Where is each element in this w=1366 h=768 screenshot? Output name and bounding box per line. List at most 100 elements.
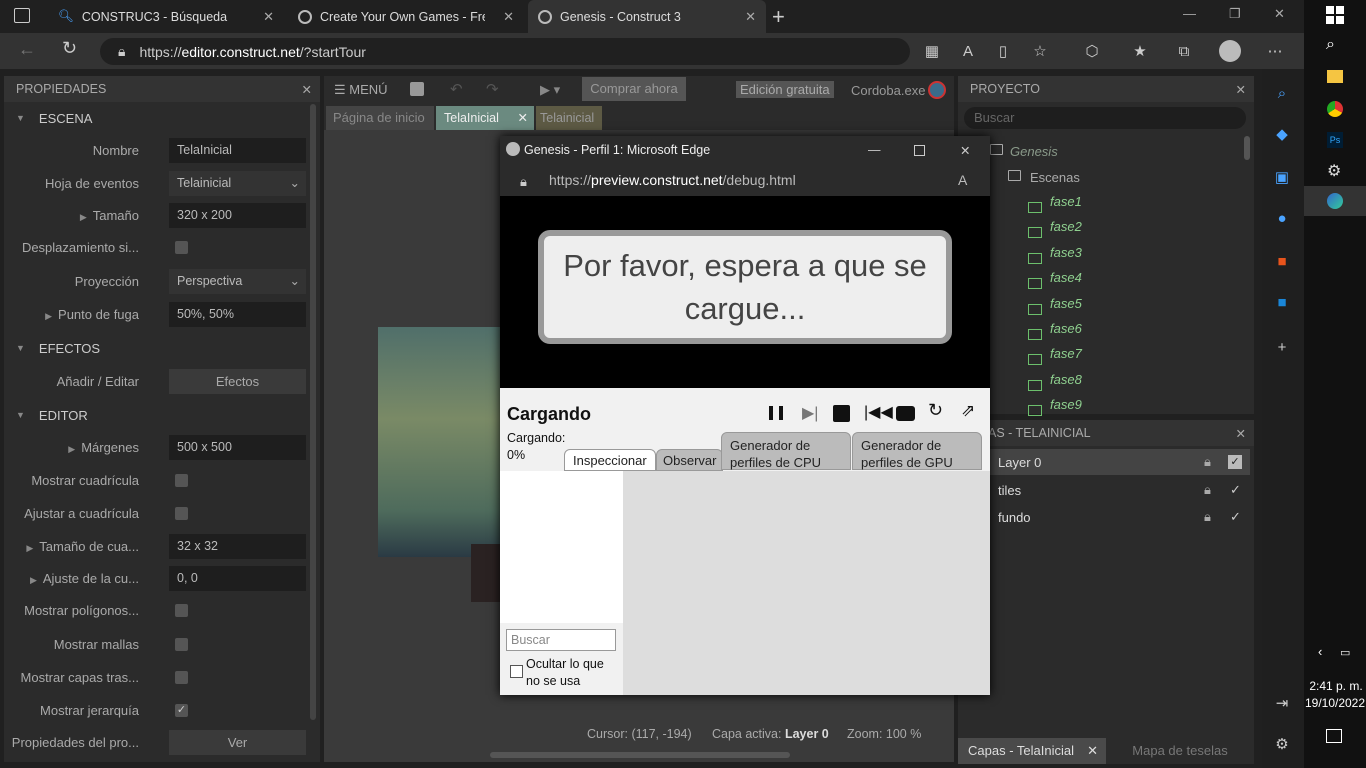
tree-item[interactable]: fase7 [1050,346,1082,361]
layer-row[interactable]: Layer 0 🔒︎ ✓ [958,449,1250,475]
tab-cpu-profiler[interactable]: Generador de perfiles de CPU [721,432,851,470]
layer-row[interactable]: fundo 🔒︎ ✓ [958,504,1250,530]
scrollbar[interactable] [1244,136,1250,160]
chrome-icon[interactable] [1327,101,1343,117]
url-field[interactable]: 🔒︎ https://editor.construct.net/?startTo… [100,38,910,65]
add-icon[interactable]: + [1270,336,1294,360]
tab-actions-icon[interactable] [14,8,30,23]
scrollbar[interactable] [310,104,316,720]
visibility-checkbox[interactable]: ✓ [1230,482,1241,498]
restart-icon[interactable]: |◀◀ [864,402,893,422]
tree-item[interactable]: fase4 [1050,270,1082,285]
settings-icon[interactable]: ⚙ [1270,733,1294,757]
minimize-button[interactable]: — [868,143,881,157]
search-icon[interactable]: ⌕ [1270,82,1294,106]
search-icon[interactable]: ⌕ [1326,36,1335,54]
read-aloud-icon[interactable]: A [958,172,967,188]
effects-button[interactable]: Efectos [169,368,306,394]
battery-icon[interactable]: ▭ [1340,646,1350,659]
show-meshes-checkbox[interactable] [175,637,188,651]
close-icon[interactable]: ✕ [302,82,312,97]
save-icon[interactable] [410,82,424,96]
visibility-checkbox[interactable]: ✓ [1228,455,1242,469]
tree-item[interactable]: fase6 [1050,321,1082,336]
read-aloud-icon[interactable]: A [958,42,978,62]
prop-label[interactable]: ▶ Márgenes [4,440,149,455]
undo-icon[interactable]: ↶ [450,80,463,98]
close-icon[interactable]: ✕ [503,9,514,25]
clock-time[interactable]: 2:41 p. m. [1308,679,1364,693]
windows-start-icon[interactable] [1326,6,1344,24]
edge-icon[interactable] [1304,186,1366,216]
close-icon[interactable]: ✕ [263,9,274,25]
section-effects[interactable]: ▼ EFECTOS [4,333,100,363]
close-icon[interactable]: ✕ [518,106,528,130]
user-name[interactable]: Cordoba.exe [851,83,925,98]
chevron-left-icon[interactable]: ‹ [1318,644,1322,659]
split-screen-icon[interactable]: ⇥ [1270,692,1294,716]
save-icon[interactable] [833,405,850,422]
tools-icon[interactable]: ▣ [1270,166,1294,190]
lock-icon[interactable]: 🔒︎ [1204,509,1211,525]
tree-item[interactable]: fase3 [1050,245,1082,260]
tree-item[interactable]: fase8 [1050,372,1082,387]
redo-icon[interactable]: ↷ [486,80,499,98]
close-icon[interactable]: ✕ [1236,426,1246,441]
minimize-button[interactable]: — [1183,6,1196,21]
event-sheet-select[interactable]: Telainicial ⌄ [169,170,306,196]
favorites-icon[interactable]: ★ [1130,42,1150,62]
close-icon[interactable]: ✕ [1087,738,1098,764]
layer-row[interactable]: tiles 🔒︎ ✓ [958,477,1250,503]
notifications-icon[interactable] [1326,729,1342,743]
popout-icon[interactable]: ⇗ [961,401,975,421]
restore-button[interactable]: ❐ [1229,6,1241,22]
debug-search-input[interactable]: Buscar [506,629,616,651]
file-explorer-icon[interactable] [1327,70,1343,83]
margins-field[interactable]: 500 x 500 [169,434,306,460]
tree-item[interactable]: fase5 [1050,296,1082,311]
prop-label[interactable]: ▶ Tamaño de cua... [4,539,149,554]
step-icon[interactable]: ▶| [802,403,818,423]
tab-telainicial-events[interactable]: Telainicial [536,106,602,130]
tree-item[interactable]: fase1 [1050,194,1082,209]
visibility-checkbox[interactable]: ✓ [1230,509,1241,525]
show-polygons-checkbox[interactable] [175,603,188,617]
apps-icon[interactable]: ▦ [922,42,942,62]
tab-layers[interactable]: Capas - TelaInicial ✕ [958,738,1106,764]
lock-icon[interactable]: 🔒︎ [1204,454,1211,470]
browser-tab-create-games[interactable]: Create Your Own Games - Free T ✕ [288,0,524,33]
outlook-icon[interactable]: ■ [1270,291,1294,315]
show-layers-checkbox[interactable] [175,670,188,684]
tab-inspect[interactable]: Inspeccionar [564,449,656,471]
tab-gpu-profiler[interactable]: Generador de perfiles de GPU [852,432,982,470]
new-tab-button[interactable]: + [772,4,785,30]
favorite-add-icon[interactable]: ☆ [1030,42,1050,62]
tree-item[interactable]: fase2 [1050,219,1082,234]
back-icon[interactable]: ← [18,39,36,60]
more-icon[interactable]: ⋯ [1265,42,1285,62]
tree-item[interactable]: fase9 [1050,397,1082,412]
collections-icon[interactable]: ⧉ [1174,42,1194,62]
prop-label[interactable]: ▶ Punto de fuga [4,307,149,322]
show-grid-checkbox[interactable] [175,473,188,487]
office-icon[interactable]: ■ [1270,250,1294,274]
snap-grid-checkbox[interactable] [175,506,188,520]
menu-button[interactable]: ☰ MENÚ [334,82,388,98]
size-field[interactable]: 320 x 200 [169,202,306,228]
layout-canvas[interactable] [378,327,502,557]
play-icon[interactable]: ▶ ▾ [540,82,560,98]
close-window-button[interactable]: ✕ [960,143,970,158]
close-window-button[interactable]: ✕ [1274,6,1285,22]
prop-label[interactable]: ▶ Tamaño [4,208,149,223]
close-icon[interactable]: ✕ [745,9,756,25]
avatar[interactable] [928,81,946,99]
tree-folder[interactable]: Escenas [1030,170,1080,185]
reader-icon[interactable]: ▯ [993,42,1013,62]
tab-telainicial-layout[interactable]: TelaInicial ✕ [436,106,534,130]
project-search-input[interactable]: Buscar [964,107,1246,129]
section-scene[interactable]: ▼ ESCENA [4,103,92,133]
name-field[interactable]: TelaInicial [169,137,306,163]
refresh-icon[interactable]: ↻ [62,38,77,59]
photoshop-icon[interactable]: Ps [1327,132,1343,148]
camera-icon[interactable] [896,406,915,421]
